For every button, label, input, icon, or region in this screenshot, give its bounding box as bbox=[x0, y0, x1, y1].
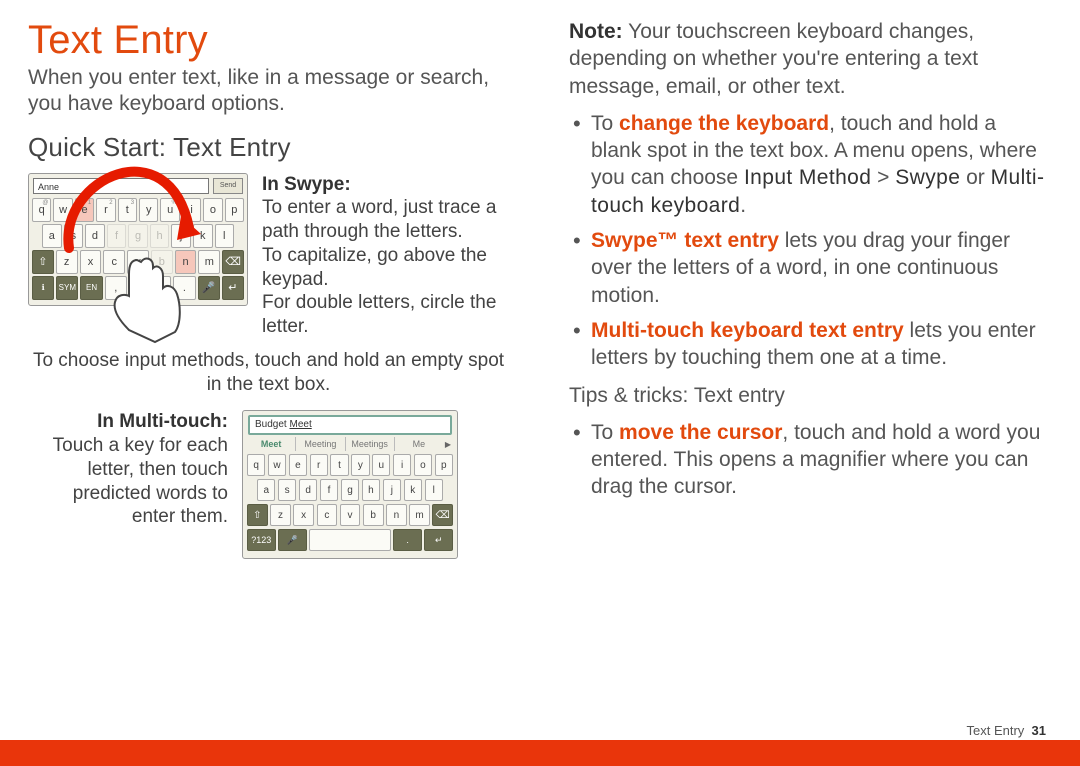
lang-key: EN bbox=[80, 276, 102, 300]
enter-key: ↵ bbox=[222, 276, 244, 300]
tips-heading: Tips & tricks: Text entry bbox=[569, 382, 1050, 409]
suggestion-4: Me bbox=[395, 437, 443, 451]
key-j: j bbox=[171, 224, 191, 248]
multitouch-label: In Multi-touch: bbox=[97, 411, 228, 432]
key-f: f bbox=[107, 224, 127, 248]
send-button-illustration: Send bbox=[213, 178, 243, 194]
bullet-multitouch-entry: Multi-touch keyboard text entry lets you… bbox=[569, 317, 1050, 372]
key-d: d bbox=[85, 224, 105, 248]
key-row-2: a s d f g h j k l bbox=[32, 224, 244, 248]
footer-bar bbox=[0, 740, 1080, 766]
mt-shift-key: ⇧ bbox=[247, 504, 268, 526]
key-q: q@ bbox=[32, 198, 51, 222]
key-r: r2 bbox=[96, 198, 115, 222]
key-h: h bbox=[150, 224, 170, 248]
key-k: k bbox=[193, 224, 213, 248]
quickstart-heading: Quick Start: Text Entry bbox=[28, 132, 509, 163]
suggestion-2: Meeting bbox=[296, 437, 345, 451]
sym-key: SYM bbox=[56, 276, 78, 300]
key-m: m bbox=[198, 250, 220, 274]
mt-mic-key: 🎤 bbox=[278, 529, 307, 551]
info-key: ℹ bbox=[32, 276, 54, 300]
swype-line-3: For double letters, circle the letter. bbox=[262, 291, 509, 339]
multitouch-block: In Multi-touch: Touch a key for each let… bbox=[28, 410, 509, 559]
key-t: t3 bbox=[118, 198, 137, 222]
key-e: e1 bbox=[75, 198, 94, 222]
swype-label: In Swype: bbox=[262, 174, 351, 195]
key-u: u% bbox=[160, 198, 179, 222]
key-l: l bbox=[215, 224, 235, 248]
mt-enter-key: ↵ bbox=[424, 529, 453, 551]
key-p: p bbox=[225, 198, 244, 222]
input-text-b: Meet bbox=[289, 419, 311, 430]
note-body: Your touchscreen keyboard changes, depen… bbox=[569, 20, 978, 98]
key-row-3: ⇧ z x c v b n m ⌫ bbox=[32, 250, 244, 274]
footer-page-number: 31 bbox=[1032, 723, 1046, 738]
key-n: n bbox=[175, 250, 197, 274]
comma-key: , bbox=[105, 276, 127, 300]
intro-text: When you enter text, like in a message o… bbox=[28, 65, 509, 118]
tip-move-cursor: To move the cursor, touch and hold a wor… bbox=[569, 419, 1050, 501]
key-i: i bbox=[182, 198, 201, 222]
space-key: ⎵ bbox=[129, 276, 171, 300]
swype-line-1: To enter a word, just trace a path throu… bbox=[262, 196, 509, 244]
swype-line-2: To capitalize, go above the keypad. bbox=[262, 244, 509, 292]
backspace-key: ⌫ bbox=[222, 250, 244, 274]
shift-key: ⇧ bbox=[32, 250, 54, 274]
key-o: o bbox=[203, 198, 222, 222]
mt-row-4: ?123 🎤 . ↵ bbox=[243, 529, 457, 555]
suggestion-3: Meetings bbox=[346, 437, 395, 451]
key-row-4: ℹ SYM EN , ⎵ . 🎤 ↵ bbox=[32, 276, 244, 300]
key-z: z bbox=[56, 250, 78, 274]
key-s: s bbox=[64, 224, 84, 248]
key-y: y bbox=[139, 198, 158, 222]
swype-keyboard-illustration: Anne Send q@ w e1 r2 t3 y u% i o p bbox=[28, 173, 248, 306]
suggestion-1: Meet bbox=[247, 437, 296, 451]
bullet-swype-entry: Swype™ text entry lets you drag your fin… bbox=[569, 227, 1050, 309]
input-method-note: To choose input methods, touch and hold … bbox=[28, 349, 509, 397]
note-paragraph: Note: Your touchscreen keyboard changes,… bbox=[569, 18, 1050, 100]
swype-block: Anne Send q@ w e1 r2 t3 y u% i o p bbox=[28, 173, 509, 339]
page-number: Text Entry 31 bbox=[967, 723, 1047, 738]
multitouch-input: Budget Meet bbox=[248, 415, 452, 435]
key-row-1: q@ w e1 r2 t3 y u% i o p bbox=[32, 198, 244, 222]
suggestion-more-icon: ▶ bbox=[443, 440, 453, 449]
note-label: Note: bbox=[569, 20, 623, 43]
mt-space-key bbox=[309, 529, 391, 551]
multitouch-keyboard-illustration: Budget Meet Meet Meeting Meetings Me ▶ q… bbox=[242, 410, 458, 559]
input-text-a: Budget bbox=[255, 419, 289, 430]
suggestion-bar: Meet Meeting Meetings Me ▶ bbox=[243, 437, 457, 454]
swype-input: Anne bbox=[33, 178, 209, 194]
page-title: Text Entry bbox=[28, 18, 509, 63]
mt-period-key: . bbox=[393, 529, 422, 551]
mt-row-1: qwertyuiop bbox=[243, 454, 457, 476]
key-a: a bbox=[42, 224, 62, 248]
mt-numeric-key: ?123 bbox=[247, 529, 276, 551]
mt-row-3: ⇧zxcvbnm⌫ bbox=[243, 504, 457, 526]
key-x: x bbox=[80, 250, 102, 274]
key-b: b bbox=[151, 250, 173, 274]
mt-row-2: asdfghjkl bbox=[243, 479, 457, 501]
mic-key: 🎤 bbox=[198, 276, 220, 300]
mt-backspace-key: ⌫ bbox=[432, 504, 453, 526]
multitouch-line-1: Touch a key for each letter, then touch … bbox=[28, 434, 228, 529]
footer-section: Text Entry bbox=[967, 723, 1025, 738]
period-key: . bbox=[173, 276, 195, 300]
bullet-change-keyboard: To change the keyboard, touch and hold a… bbox=[569, 110, 1050, 219]
key-w: w bbox=[53, 198, 72, 222]
key-v: v bbox=[127, 250, 149, 274]
key-g: g bbox=[128, 224, 148, 248]
key-c: c bbox=[103, 250, 125, 274]
